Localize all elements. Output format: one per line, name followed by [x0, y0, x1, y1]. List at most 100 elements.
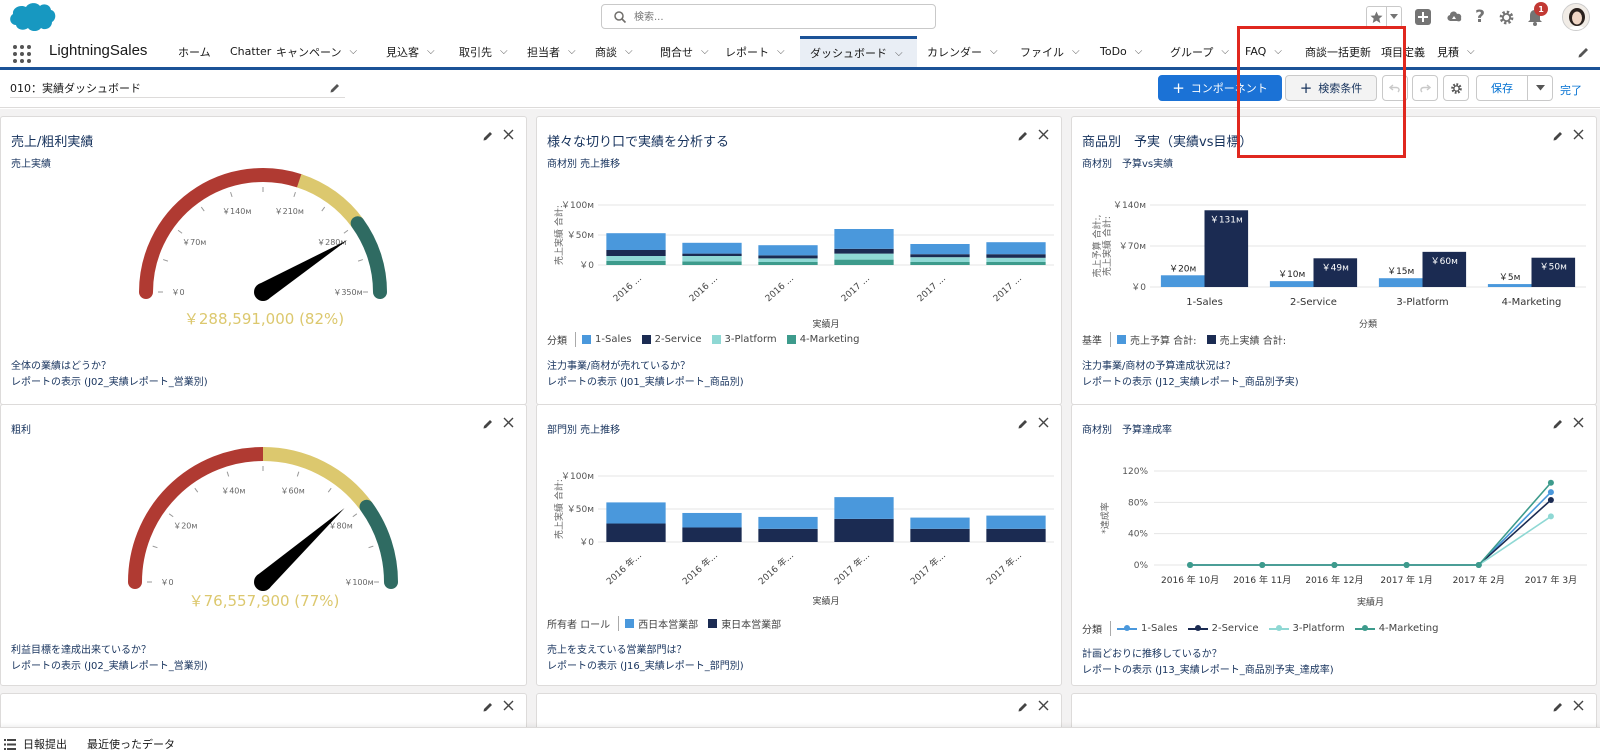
view-report-link[interactable]: レポートの表示 (J02_実績レポート_営業別): [11, 373, 208, 388]
chevron-down-icon[interactable]: ⌵: [701, 46, 709, 57]
trailhead-cloud-icon[interactable]: [1443, 6, 1465, 28]
card-gross-profit-gauge[interactable]: 粗利 ￥0 ￥20м ￥40м ￥60м ￥80м ￥100м ￥76,557,900 (…: [0, 404, 527, 686]
save-button[interactable]: 保存: [1476, 75, 1528, 101]
done-link[interactable]: 完了: [1560, 82, 1582, 98]
favorites-dropdown-icon[interactable]: [1387, 7, 1401, 27]
legend-item[interactable]: 東日本営業部: [708, 616, 781, 631]
y-axis-title: 売上実績 合計:: [553, 205, 565, 265]
view-report-link[interactable]: レポートの表示 (J12_実績レポート_商品別予実): [1082, 373, 1299, 388]
legend-item[interactable]: 4-Marketing: [1354, 623, 1439, 634]
data-label: ￥49м: [1322, 263, 1349, 273]
legend-item[interactable]: 西日本営業部: [625, 616, 698, 631]
close-icon[interactable]: [1038, 700, 1049, 711]
save-options-dropdown[interactable]: [1527, 75, 1553, 101]
chevron-down-icon[interactable]: ⌵: [1467, 46, 1475, 57]
close-icon[interactable]: [1573, 700, 1584, 711]
utility-daily-report[interactable]: 日報提出: [4, 736, 67, 752]
utility-recent-data[interactable]: 最近使ったデータ: [87, 736, 175, 752]
card-budget-vs-actual[interactable]: 商品別 予実（実績vs目標） 商材別 予算vs実績 ￥0 ￥70м ￥140м ￥20…: [1071, 116, 1597, 405]
legend-item[interactable]: 1-Sales: [582, 334, 632, 345]
view-report-link[interactable]: レポートの表示 (J01_実績レポート_商品別): [547, 373, 744, 388]
chevron-down-icon[interactable]: ⌵: [625, 46, 633, 57]
help-icon[interactable]: ?: [1469, 6, 1491, 28]
chevron-down-icon[interactable]: ⌵: [1072, 46, 1080, 57]
chevron-down-icon[interactable]: ⌵: [990, 46, 998, 57]
nav-item[interactable]: 担当者 ⌵: [517, 36, 585, 67]
close-icon[interactable]: [503, 700, 514, 711]
dashboard-name: 010：実績ダッシュボード: [10, 82, 141, 95]
nav-item[interactable]: ホーム: [168, 36, 220, 67]
bar-segment: [606, 250, 666, 256]
favorites-control[interactable]: [1366, 6, 1402, 28]
dashboard-settings-button[interactable]: [1443, 75, 1469, 101]
nav-item[interactable]: 問合せ ⌵: [650, 36, 715, 67]
nav-item[interactable]: 項目定義: [1371, 36, 1427, 67]
gauge-tick: [200, 206, 205, 212]
bar-segment: [682, 527, 742, 542]
nav-item[interactable]: グループ ⌵: [1160, 36, 1235, 67]
legend-item[interactable]: 1-Sales: [1117, 623, 1178, 634]
gauge-value-label: ￥76,557,900 (77%): [188, 592, 340, 610]
chevron-down-icon[interactable]: ⌵: [427, 46, 435, 57]
legend-item[interactable]: 売上実績 合計:: [1206, 332, 1287, 347]
card-sales-gauge[interactable]: 売上/粗利実績 売上実績 ￥0 ￥70м ￥140м ￥210м ￥280м ￥350м …: [0, 116, 527, 405]
nav-item[interactable]: ToDo ⌵: [1090, 36, 1160, 67]
chevron-down-icon[interactable]: ⌵: [777, 46, 785, 57]
nav-item[interactable]: 見積 ⌵: [1427, 36, 1500, 67]
legend-item[interactable]: 3-Platform: [1268, 623, 1345, 634]
view-report-link[interactable]: レポートの表示 (J13_実績レポート_商品別予実_達成率): [1082, 661, 1334, 676]
nav-item[interactable]: Chatter: [220, 36, 271, 67]
app-launcher-icon[interactable]: [12, 44, 32, 64]
edit-pencil-icon[interactable]: [483, 701, 494, 712]
card-product-sales-trend[interactable]: 様々な切り口で実績を分析する 商材別 売上推移 ￥0 ￥50м ￥100м 2016 …: [536, 116, 1062, 405]
chart-legend: 分類 1-Sales 2-Service 3-Platform 4-Marketing: [547, 332, 860, 347]
chevron-down-icon[interactable]: ⌵: [500, 46, 508, 57]
chevron-down-icon[interactable]: ⌵: [568, 46, 576, 57]
nav-item[interactable]: ダッシュボード ⌵: [800, 36, 917, 67]
nav-item[interactable]: FAQ ⌵: [1235, 36, 1295, 67]
nav-item[interactable]: カレンダー ⌵: [917, 36, 1010, 67]
edit-name-pencil-icon[interactable]: [330, 82, 341, 93]
search-input[interactable]: [634, 8, 924, 26]
global-actions-plus-icon[interactable]: [1412, 6, 1434, 28]
nav-item[interactable]: レポート ⌵: [715, 36, 800, 67]
legend-item[interactable]: 2-Service: [1187, 623, 1259, 634]
add-filter-button[interactable]: + 検索条件: [1285, 75, 1377, 101]
salesforce-cloud-logo[interactable]: [6, 1, 56, 35]
chevron-down-icon[interactable]: ⌵: [1274, 46, 1282, 57]
nav-item[interactable]: 商談一括更新: [1295, 36, 1371, 67]
nav-item[interactable]: ファイル ⌵: [1010, 36, 1090, 67]
card-budget-achievement-rate[interactable]: 商材別 予算達成率 0% 40% 80% 120% 2016 年 10月 2016 年 1…: [1071, 404, 1597, 686]
bar-segment: [606, 523, 666, 542]
nav-item[interactable]: 商談 ⌵: [585, 36, 650, 67]
favorites-star-icon[interactable]: [1367, 7, 1387, 27]
legend-item[interactable]: 3-Platform: [711, 334, 777, 345]
edit-pencil-icon[interactable]: [1553, 701, 1564, 712]
nav-item[interactable]: キャンペーン ⌵: [266, 36, 376, 67]
nav-item[interactable]: 取引先 ⌵: [449, 36, 517, 67]
data-label: ￥15м: [1387, 267, 1414, 277]
chevron-down-icon[interactable]: ⌵: [895, 48, 903, 59]
y-axis-title: 売上実績 合計:: [1101, 216, 1113, 276]
dashboard-name-field[interactable]: 010：実績ダッシュボード: [10, 80, 345, 98]
setup-gear-icon[interactable]: [1495, 6, 1517, 28]
chevron-down-icon[interactable]: ⌵: [1135, 46, 1143, 57]
view-report-link[interactable]: レポートの表示 (J02_実績レポート_営業別): [11, 657, 208, 672]
redo-button[interactable]: [1412, 75, 1438, 101]
chevron-down-icon[interactable]: ⌵: [1221, 46, 1229, 57]
user-avatar[interactable]: [1562, 3, 1590, 31]
chevron-down-icon[interactable]: ⌵: [349, 46, 357, 57]
edit-nav-pencil-icon[interactable]: [1577, 45, 1591, 59]
bar-segment: [758, 528, 818, 542]
legend-item[interactable]: 2-Service: [641, 334, 702, 345]
add-component-button[interactable]: + コンポーネント: [1158, 75, 1282, 101]
undo-button[interactable]: [1382, 75, 1408, 101]
legend-item[interactable]: 4-Marketing: [786, 334, 860, 345]
nav-item[interactable]: 見込客 ⌵: [376, 36, 449, 67]
edit-pencil-icon[interactable]: [1018, 701, 1029, 712]
legend-item[interactable]: 売上予算 合計:: [1117, 332, 1197, 347]
global-search[interactable]: [601, 4, 936, 29]
legend-label: 売上実績 合計:: [1219, 336, 1287, 347]
card-department-sales-trend[interactable]: 部門別 売上推移 ￥0 ￥50м ￥100м 2016 年... 2016 年... 20…: [536, 404, 1062, 686]
view-report-link[interactable]: レポートの表示 (J16_実績レポート_部門別): [547, 657, 744, 672]
